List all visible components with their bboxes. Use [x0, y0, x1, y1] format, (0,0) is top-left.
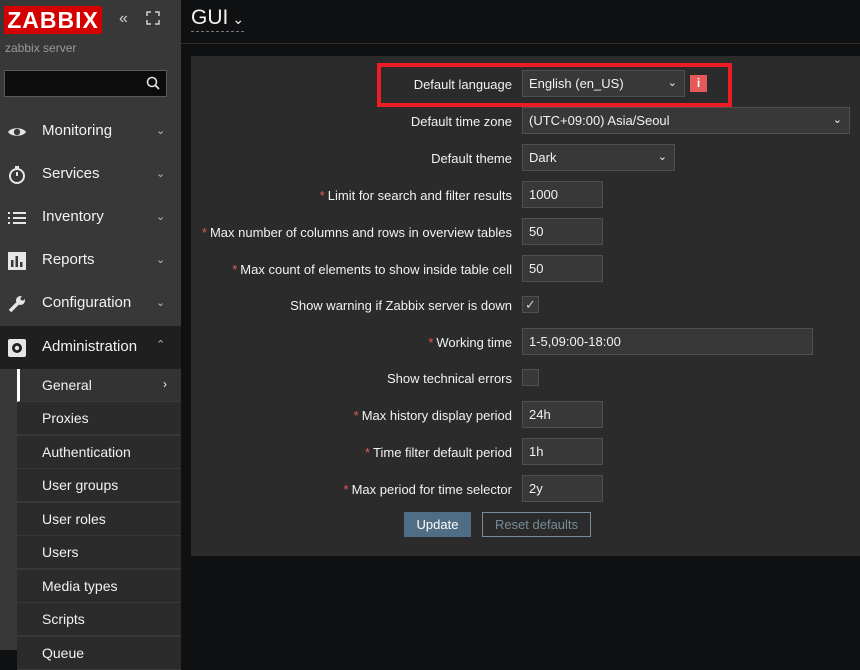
submenu-user-roles[interactable]: User roles	[17, 503, 181, 536]
required-asterisk: *	[343, 482, 349, 497]
theme-label: Default theme	[431, 151, 512, 166]
chevron-down-icon: ⌄	[232, 11, 245, 27]
submenu-label: Proxies	[42, 410, 89, 426]
history-period-input[interactable]	[522, 401, 603, 428]
form-row-server-check: Show warning if Zabbix server is down ✓	[191, 291, 860, 321]
submenu-label: Authentication	[42, 444, 131, 460]
submenu-general[interactable]: General ›	[17, 369, 181, 402]
submenu-scripts[interactable]: Scripts	[17, 603, 181, 636]
submenu-authentication[interactable]: Authentication	[17, 436, 181, 469]
submenu-label: Scripts	[42, 611, 85, 627]
bar-chart-icon	[8, 252, 26, 270]
menu-reports[interactable]: Reports ⌄	[0, 239, 181, 282]
theme-select[interactable]: Dark ⌄	[522, 144, 675, 171]
form-row-time-filter-period: * Time filter default period	[191, 438, 860, 468]
collapse-sidebar-icon[interactable]: «	[119, 10, 128, 28]
required-asterisk: *	[364, 445, 371, 460]
chevron-down-icon: ⌄	[156, 297, 166, 309]
form-row-overview-max: * Max number of columns and rows in overv…	[191, 218, 860, 248]
gear-icon	[8, 339, 26, 357]
menu-configuration[interactable]: Configuration ⌄	[0, 282, 181, 325]
form-row-history-period: * Max history display period	[191, 401, 860, 431]
menu-inventory[interactable]: Inventory ⌄	[0, 196, 181, 239]
form-row-max-period: * Max period for time selector	[191, 475, 860, 505]
menu-label: Services	[42, 165, 100, 182]
submenu-label: User groups	[42, 477, 119, 493]
tech-errors-checkbox[interactable]	[522, 369, 539, 386]
menu-administration[interactable]: Administration ⌃	[0, 326, 181, 369]
stopwatch-icon	[9, 166, 25, 184]
submenu-users[interactable]: Users	[17, 536, 181, 569]
table-cell-max-input[interactable]	[522, 255, 603, 282]
sidebar: ZABBIX « zabbix server Monitoring ⌄ Serv…	[0, 0, 181, 670]
required-asterisk: *	[201, 225, 207, 240]
list-icon	[8, 212, 26, 224]
history-period-label: * Max history display period	[353, 408, 512, 423]
max-period-label: * Max period for time selector	[343, 482, 512, 497]
max-period-input[interactable]	[522, 475, 603, 502]
required-asterisk: *	[353, 408, 359, 423]
submenu-label: Media types	[42, 578, 118, 594]
sidebar-search	[4, 70, 167, 97]
chevron-down-icon: ⌄	[156, 168, 166, 180]
form-row-working-time: * Working time	[191, 328, 860, 358]
working-time-input[interactable]	[522, 328, 813, 355]
time-zone-select[interactable]: (UTC+09:00) Asia/Seoul ⌄	[522, 107, 850, 134]
working-time-label: * Working time	[428, 335, 512, 350]
required-asterisk: *	[319, 188, 325, 203]
chevron-up-icon: ⌃	[156, 339, 166, 351]
server-check-label: Show warning if Zabbix server is down	[290, 298, 512, 313]
tech-errors-label: Show technical errors	[387, 371, 512, 386]
overview-max-input[interactable]	[522, 218, 603, 245]
submenu-label: Queue	[42, 645, 85, 661]
search-limit-input[interactable]	[522, 181, 603, 208]
menu-label: Configuration	[42, 294, 132, 311]
chevron-down-icon: ⌄	[657, 151, 667, 163]
required-asterisk: *	[232, 262, 238, 277]
time-zone-label: Default time zone	[410, 114, 512, 129]
menu-label: Inventory	[42, 208, 104, 225]
search-limit-label: * Limit for search and filter results	[319, 188, 512, 203]
highlight-box	[377, 63, 732, 107]
chevron-down-icon: ⌄	[156, 125, 166, 137]
zabbix-logo[interactable]: ZABBIX	[4, 6, 102, 34]
server-check-checkbox[interactable]: ✓	[522, 296, 539, 313]
submenu-label: User roles	[42, 511, 106, 527]
chevron-down-icon: ⌄	[156, 254, 166, 266]
menu-services[interactable]: Services ⌄	[0, 153, 181, 196]
update-button[interactable]: Update	[404, 512, 471, 537]
menu-label: Monitoring	[42, 122, 113, 139]
submenu-media-types[interactable]: Media types	[17, 570, 181, 603]
reset-defaults-button[interactable]: Reset defaults	[482, 512, 591, 537]
overview-max-label: * Max number of columns and rows in overv…	[201, 225, 512, 240]
required-asterisk: *	[428, 335, 434, 350]
form-row-time-zone: Default time zone (UTC+09:00) Asia/Seoul…	[191, 107, 860, 137]
chevron-down-icon: ⌄	[156, 211, 166, 223]
search-icon[interactable]	[146, 76, 160, 90]
form-row-theme: Default theme Dark ⌄	[191, 144, 860, 174]
menu-label: Reports	[42, 251, 95, 268]
eye-icon	[8, 128, 26, 136]
time-filter-period-label: * Time filter default period	[364, 445, 512, 460]
page-title[interactable]: GUI ⌄	[191, 6, 245, 32]
submenu-label: General	[42, 377, 92, 393]
table-cell-max-label: * Max count of elements to show inside ta…	[232, 262, 512, 277]
submenu-proxies[interactable]: Proxies	[17, 402, 181, 435]
form-row-search-limit: * Limit for search and filter results	[191, 181, 860, 211]
chevron-right-icon: ›	[163, 377, 167, 391]
time-filter-period-input[interactable]	[522, 438, 603, 465]
menu-label: Administration	[42, 338, 138, 355]
form-row-tech-errors: Show technical errors	[191, 364, 860, 394]
kiosk-mode-icon[interactable]	[146, 11, 160, 30]
header-divider	[181, 43, 860, 44]
server-name: zabbix server	[5, 41, 77, 55]
menu-monitoring[interactable]: Monitoring ⌄	[0, 110, 181, 153]
submenu-queue[interactable]: Queue	[17, 637, 181, 670]
form-row-table-cell-max: * Max count of elements to show inside ta…	[191, 255, 860, 285]
submenu-user-groups[interactable]: User groups	[17, 469, 181, 502]
wrench-icon	[8, 296, 25, 313]
search-input[interactable]	[5, 71, 147, 96]
submenu-label: Users	[42, 544, 79, 560]
chevron-down-icon: ⌄	[832, 114, 842, 126]
